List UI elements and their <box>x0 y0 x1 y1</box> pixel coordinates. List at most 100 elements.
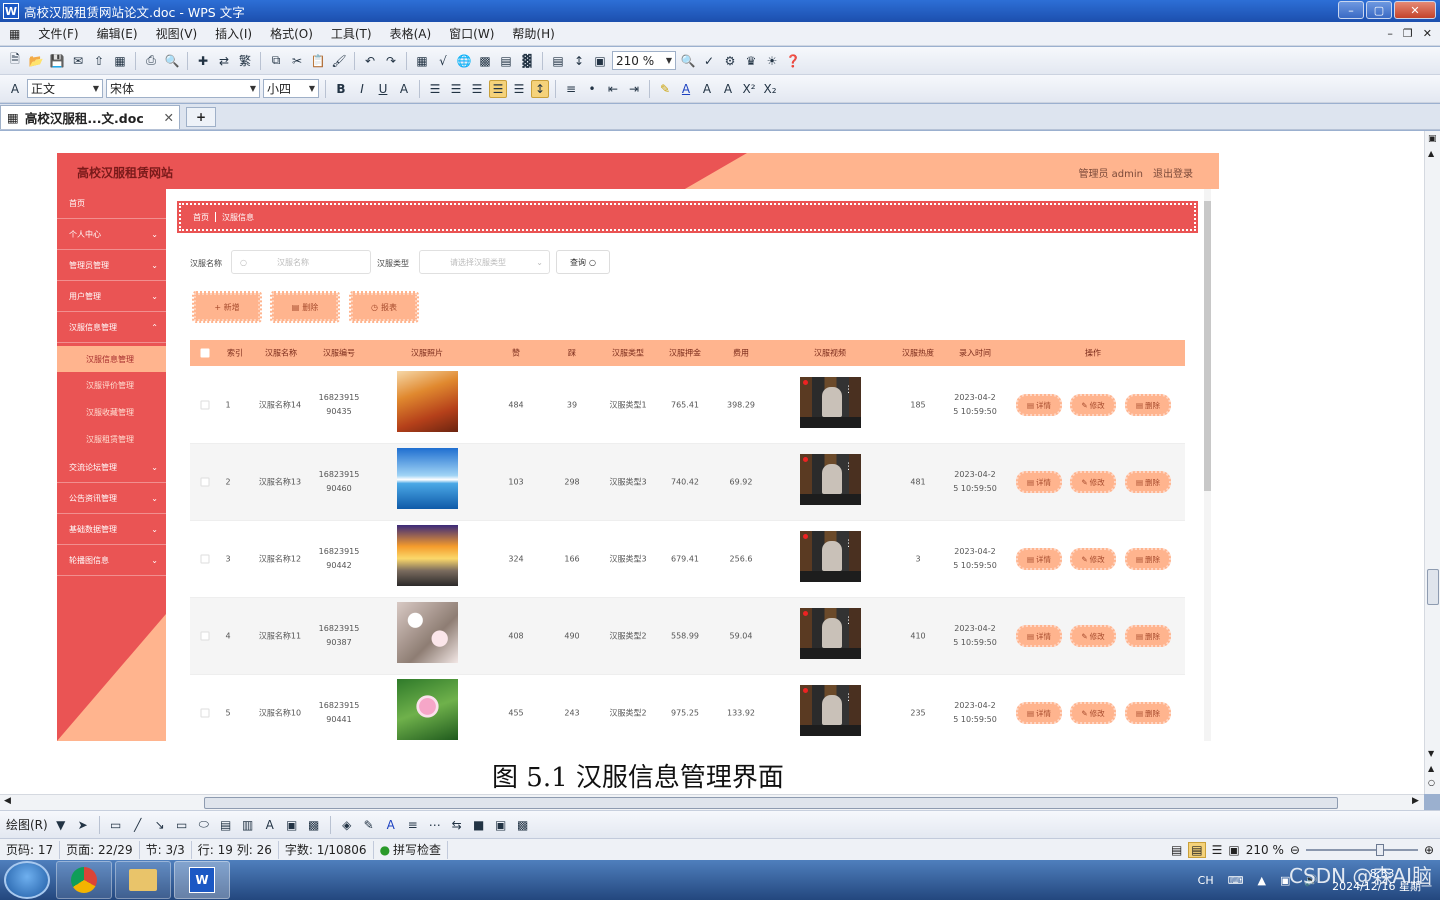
menu-view[interactable]: 视图(V) <box>147 25 207 42</box>
edit-button[interactable]: ✎ 修改 <box>1070 702 1116 724</box>
fill-color-icon[interactable]: ◈ <box>338 816 356 834</box>
submenu-hanfu-info[interactable]: 汉服信息管理 <box>57 346 166 372</box>
sidebar-item-users[interactable]: 用户管理 ⌄ <box>57 282 166 312</box>
line-style-icon[interactable]: ≡ <box>404 816 422 834</box>
char-shading-icon[interactable]: A <box>395 80 413 98</box>
print-preview-icon[interactable]: 🔍 <box>163 52 181 70</box>
minimize-button[interactable]: – <box>1338 1 1364 19</box>
hanfu-photo[interactable] <box>397 371 458 432</box>
delete-button[interactable]: ▤ 删除 <box>1125 471 1171 493</box>
menu-format[interactable]: 格式(O) <box>261 25 322 42</box>
status-word-count[interactable]: 字数: 1/10806 <box>279 840 374 859</box>
grid-icon[interactable]: ▩ <box>476 52 494 70</box>
row-checkbox[interactable] <box>200 477 210 487</box>
delete-button[interactable]: ▤ 删除 <box>1125 548 1171 570</box>
highlight-icon[interactable]: ✎ <box>656 80 674 98</box>
add-button[interactable]: + 新增 <box>192 291 262 323</box>
hanfu-photo[interactable] <box>397 679 458 740</box>
scroll-down-icon[interactable]: ▼ <box>1428 749 1434 758</box>
zoom-combo[interactable]: 210 % ▼ <box>612 51 676 70</box>
font-color-icon[interactable]: A <box>677 80 695 98</box>
menu-window[interactable]: 窗口(W) <box>440 25 503 42</box>
redo-icon[interactable]: ↷ <box>382 52 400 70</box>
split-icon[interactable]: ▣ <box>1428 134 1437 144</box>
more-icon[interactable]: ⋮ <box>844 539 853 549</box>
taskbar-chrome[interactable] <box>56 861 112 899</box>
submenu-hanfu-review[interactable]: 汉服评价管理 <box>57 372 166 398</box>
dash-style-icon[interactable]: ⋯ <box>426 816 444 834</box>
prev-page-icon[interactable]: ▲ <box>1428 764 1434 773</box>
align-center-icon[interactable]: ☰ <box>447 80 465 98</box>
formula-icon[interactable]: √ <box>434 52 452 70</box>
sidebar-item-home[interactable]: 首页 <box>57 189 166 219</box>
ellipse-icon[interactable]: ⬭ <box>195 816 213 834</box>
columns-icon[interactable]: ▤ <box>497 52 515 70</box>
sidebar-item-basic-data[interactable]: 基础数据管理 ⌄ <box>57 515 166 545</box>
paste-icon[interactable]: 📋 <box>309 52 327 70</box>
scroll-left-icon[interactable]: ◀ <box>4 796 11 806</box>
line-color-icon[interactable]: ✎ <box>360 816 378 834</box>
start-button[interactable] <box>4 861 50 899</box>
undo-icon[interactable]: ↶ <box>361 52 379 70</box>
spellcheck-toggle[interactable]: ● 拼写检查 <box>374 840 449 859</box>
draw-menu[interactable]: 绘图(R) <box>6 816 48 833</box>
submenu-hanfu-favorites[interactable]: 汉服收藏管理 <box>57 399 166 425</box>
scroll-up-icon[interactable]: ▲ <box>1428 149 1434 158</box>
export-icon[interactable]: ⇧ <box>90 52 108 70</box>
layout-icon[interactable]: ⇄ <box>215 52 233 70</box>
line-icon[interactable]: ╱ <box>129 816 147 834</box>
zoom-in-icon[interactable]: ⊕ <box>1424 843 1434 857</box>
doc-restore-icon[interactable]: ❐ <box>1403 27 1413 40</box>
distributed-icon[interactable]: ☰ <box>510 80 528 98</box>
edit-button[interactable]: ✎ 修改 <box>1070 471 1116 493</box>
align-right-icon[interactable]: ☰ <box>468 80 486 98</box>
copy-icon[interactable]: ⧉ <box>267 52 285 70</box>
type-select[interactable]: 请选择汉服类型 ⌄ <box>419 250 550 274</box>
menu-help[interactable]: 帮助(H) <box>503 25 563 42</box>
shadow-icon[interactable]: ■ <box>470 816 488 834</box>
justify-icon[interactable]: ☰ <box>489 79 507 98</box>
edit-button[interactable]: ✎ 修改 <box>1070 548 1116 570</box>
name-search-input[interactable]: ○ 汉服名称 <box>231 250 371 274</box>
trad-chinese-icon[interactable]: 繁 <box>236 52 254 70</box>
menu-table[interactable]: 表格(A) <box>381 25 441 42</box>
menu-edit[interactable]: 编辑(E) <box>88 25 147 42</box>
align-left-icon[interactable]: ☰ <box>426 80 444 98</box>
detail-button[interactable]: ▤ 详情 <box>1016 548 1062 570</box>
style-combo[interactable]: 正文 ▼ <box>27 79 103 98</box>
hanfu-photo[interactable] <box>397 448 458 509</box>
breadcrumb-home[interactable]: 首页 <box>193 212 209 223</box>
logout-link[interactable]: 退出登录 <box>1153 165 1193 180</box>
sidebar-item-hanfu[interactable]: 汉服信息管理 ⌃ <box>57 313 166 343</box>
save-icon[interactable]: 💾 <box>48 52 66 70</box>
hanfu-video[interactable]: ⋮ <box>800 685 861 736</box>
shirt-icon[interactable]: ♛ <box>742 52 760 70</box>
detail-button[interactable]: ▤ 详情 <box>1016 702 1062 724</box>
show-marks-icon[interactable]: ↕ <box>570 52 588 70</box>
vertical-scrollbar[interactable]: ▣ ▲ ▼ ▲ ○ <box>1424 131 1440 794</box>
report-button[interactable]: ◷ 报表 <box>349 291 419 323</box>
maximize-button[interactable]: ▢ <box>1366 1 1392 19</box>
help-icon[interactable]: ❓ <box>784 52 802 70</box>
font-size-combo[interactable]: 小四 ▼ <box>263 79 319 98</box>
sidebar-item-forum[interactable]: 交流论坛管理 ⌄ <box>57 453 166 483</box>
chart-icon[interactable]: ▓ <box>518 52 536 70</box>
new-tab-button[interactable]: + <box>186 107 216 127</box>
vertical-scrollbar-thumb[interactable] <box>1427 569 1439 605</box>
decrease-indent-icon[interactable]: ⇤ <box>604 80 622 98</box>
hanfu-video[interactable]: ⋮ <box>800 608 861 659</box>
shrink-font-icon[interactable]: A <box>719 80 737 98</box>
grow-font-icon[interactable]: A <box>698 80 716 98</box>
doc-minimize-icon[interactable]: – <box>1387 27 1393 40</box>
hanfu-video[interactable]: ⋮ <box>800 377 861 428</box>
arrow-style-icon[interactable]: ⇆ <box>448 816 466 834</box>
superscript-icon[interactable]: X² <box>740 80 758 98</box>
sidebar-item-admins[interactable]: 管理员管理 ⌄ <box>57 251 166 281</box>
sidebar-item-news[interactable]: 公告资讯管理 ⌄ <box>57 484 166 514</box>
zoom-out-icon[interactable]: ⊖ <box>1290 843 1300 857</box>
close-button[interactable]: ✕ <box>1394 1 1436 19</box>
page-scrollbar-thumb[interactable] <box>1204 201 1211 491</box>
arrow-icon[interactable]: ↘ <box>151 816 169 834</box>
share-icon[interactable]: ☀ <box>763 52 781 70</box>
research-icon[interactable]: ⚙ <box>721 52 739 70</box>
